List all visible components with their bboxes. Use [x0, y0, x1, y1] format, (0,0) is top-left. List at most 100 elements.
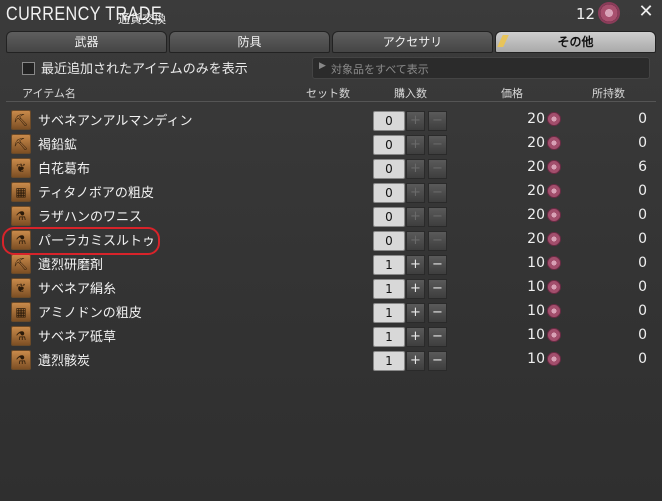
pickaxe-icon: ⛏	[11, 254, 31, 274]
tab-armor[interactable]: 防具	[169, 31, 330, 53]
quantity-input[interactable]: 1	[373, 279, 405, 299]
plus-icon[interactable]: +	[406, 135, 425, 155]
item-name[interactable]: サベネアンアルマンディン	[38, 110, 192, 129]
quantity-input[interactable]: 0	[373, 231, 405, 251]
item-name[interactable]: アミノドンの粗皮	[38, 302, 142, 321]
currency-icon	[547, 280, 561, 294]
pickaxe-icon: ⛏	[11, 110, 31, 130]
close-icon[interactable]: ✕	[636, 2, 656, 22]
currency-icon	[547, 304, 561, 318]
item-name[interactable]: ティタノボアの粗皮	[38, 182, 154, 201]
table-row[interactable]: ▦ アミノドンの粗皮 1 + − 10 0	[0, 300, 662, 324]
plus-icon[interactable]: +	[406, 303, 425, 323]
currency-count: 12	[576, 5, 596, 23]
minus-icon[interactable]: −	[428, 303, 447, 323]
quantity-input[interactable]: 1	[373, 255, 405, 275]
minus-icon[interactable]: −	[428, 351, 447, 371]
currency-icon	[547, 112, 561, 126]
recent-items-checkbox[interactable]	[22, 62, 35, 75]
item-price: 10	[527, 279, 545, 295]
column-header-owned: 所持数	[592, 87, 625, 100]
currency-icon	[547, 136, 561, 150]
item-price: 10	[527, 327, 545, 343]
owned-count: 0	[638, 135, 647, 151]
owned-count: 0	[638, 207, 647, 223]
quantity-input[interactable]: 0	[373, 111, 405, 131]
plus-icon[interactable]: +	[406, 207, 425, 227]
plus-icon[interactable]: +	[406, 183, 425, 203]
table-row[interactable]: ⚗ ラザハンのワニス 0 + −20 0	[0, 204, 662, 228]
item-price: 20	[527, 207, 545, 223]
minus-icon[interactable]: −	[428, 327, 447, 347]
window-subtitle: 通貨交換	[118, 12, 167, 26]
quantity-input[interactable]: 0	[373, 135, 405, 155]
play-arrow-icon: ▶	[319, 61, 326, 71]
table-row[interactable]: ⛏ サベネアンアルマンディン 0 + −20 0	[0, 108, 662, 132]
tab-accessories[interactable]: アクセサリ	[332, 31, 493, 53]
item-name[interactable]: 遺烈骸炭	[38, 350, 90, 369]
quantity-input[interactable]: 0	[373, 207, 405, 227]
plus-icon[interactable]: +	[406, 111, 425, 131]
owned-count: 0	[638, 327, 647, 343]
quantity-input[interactable]: 1	[373, 327, 405, 347]
table-row[interactable]: ❦ サベネア絹糸 1 + − 10 0	[0, 276, 662, 300]
hide-icon: ▦	[11, 182, 31, 202]
item-name[interactable]: 遺烈研磨剤	[38, 254, 103, 273]
plus-icon[interactable]: +	[406, 255, 425, 275]
minus-icon[interactable]: −	[428, 135, 447, 155]
show-all-dropdown[interactable]: ▶ 対象品をすべて表示	[312, 57, 650, 79]
table-row[interactable]: ⚗ 遺烈骸炭 1 + − 10 0	[0, 348, 662, 372]
table-row[interactable]: ▦ ティタノボアの粗皮 0 + −20 0	[0, 180, 662, 204]
quantity-input[interactable]: 0	[373, 183, 405, 203]
table-row[interactable]: ⚗ サベネア砥草 1 + − 10 0	[0, 324, 662, 348]
currency-icon	[547, 352, 561, 366]
plus-icon[interactable]: +	[406, 327, 425, 347]
table-row[interactable]: ❦ 白花葛布 0 + − 20 6	[0, 156, 662, 180]
owned-count: 0	[638, 255, 647, 271]
owned-count: 0	[638, 279, 647, 295]
tab-other[interactable]: その他	[495, 31, 656, 53]
item-name[interactable]: サベネア砥草	[38, 326, 116, 345]
minus-icon[interactable]: −	[428, 279, 447, 299]
item-name[interactable]: サベネア絹糸	[38, 278, 116, 297]
quantity-input[interactable]: 0	[373, 159, 405, 179]
recent-items-label: 最近追加されたアイテムのみを表示	[41, 62, 248, 77]
currency-icon	[547, 232, 561, 246]
flask-icon: ⚗	[11, 326, 31, 346]
table-row[interactable]: ⛏ 遺烈研磨剤 1 + − 10 0	[0, 252, 662, 276]
flask-icon: ⚗	[11, 230, 31, 250]
table-row[interactable]: ⛏ 褐鉛鉱 0 + −20 0	[0, 132, 662, 156]
plus-icon[interactable]: +	[406, 159, 425, 179]
pickaxe-icon: ⛏	[11, 134, 31, 154]
category-tabs: 武器 防具 アクセサリ その他	[6, 31, 656, 53]
minus-icon[interactable]: −	[428, 111, 447, 131]
column-header-name: アイテム名	[22, 87, 76, 100]
item-price: 20	[527, 159, 545, 175]
quantity-input[interactable]: 1	[373, 351, 405, 371]
item-name[interactable]: ラザハンのワニス	[38, 206, 142, 225]
minus-icon[interactable]: −	[428, 231, 447, 251]
table-row[interactable]: ⚗ パーラカミスルトゥ 0 + −20 0	[0, 228, 662, 252]
currency-icon	[547, 184, 561, 198]
owned-count: 0	[638, 183, 647, 199]
flask-icon: ⚗	[11, 206, 31, 226]
leaf-icon: ❦	[11, 158, 31, 178]
owned-count: 0	[638, 351, 647, 367]
flask-icon: ⚗	[11, 350, 31, 370]
item-name[interactable]: パーラカミスルトゥ	[38, 230, 155, 249]
tab-weapons[interactable]: 武器	[6, 31, 167, 53]
show-all-label: 対象品をすべて表示	[331, 63, 429, 76]
item-name[interactable]: 褐鉛鉱	[38, 134, 77, 153]
minus-icon[interactable]: −	[428, 183, 447, 203]
item-name[interactable]: 白花葛布	[38, 158, 90, 177]
minus-icon[interactable]: −	[428, 159, 447, 179]
active-tab-marker-icon	[497, 35, 509, 47]
minus-icon[interactable]: −	[428, 255, 447, 275]
plus-icon[interactable]: +	[406, 351, 425, 371]
plus-icon[interactable]: +	[406, 231, 425, 251]
plus-icon[interactable]: +	[406, 279, 425, 299]
quantity-input[interactable]: 1	[373, 303, 405, 323]
item-price: 20	[527, 183, 545, 199]
minus-icon[interactable]: −	[428, 207, 447, 227]
item-price: 10	[527, 351, 545, 367]
